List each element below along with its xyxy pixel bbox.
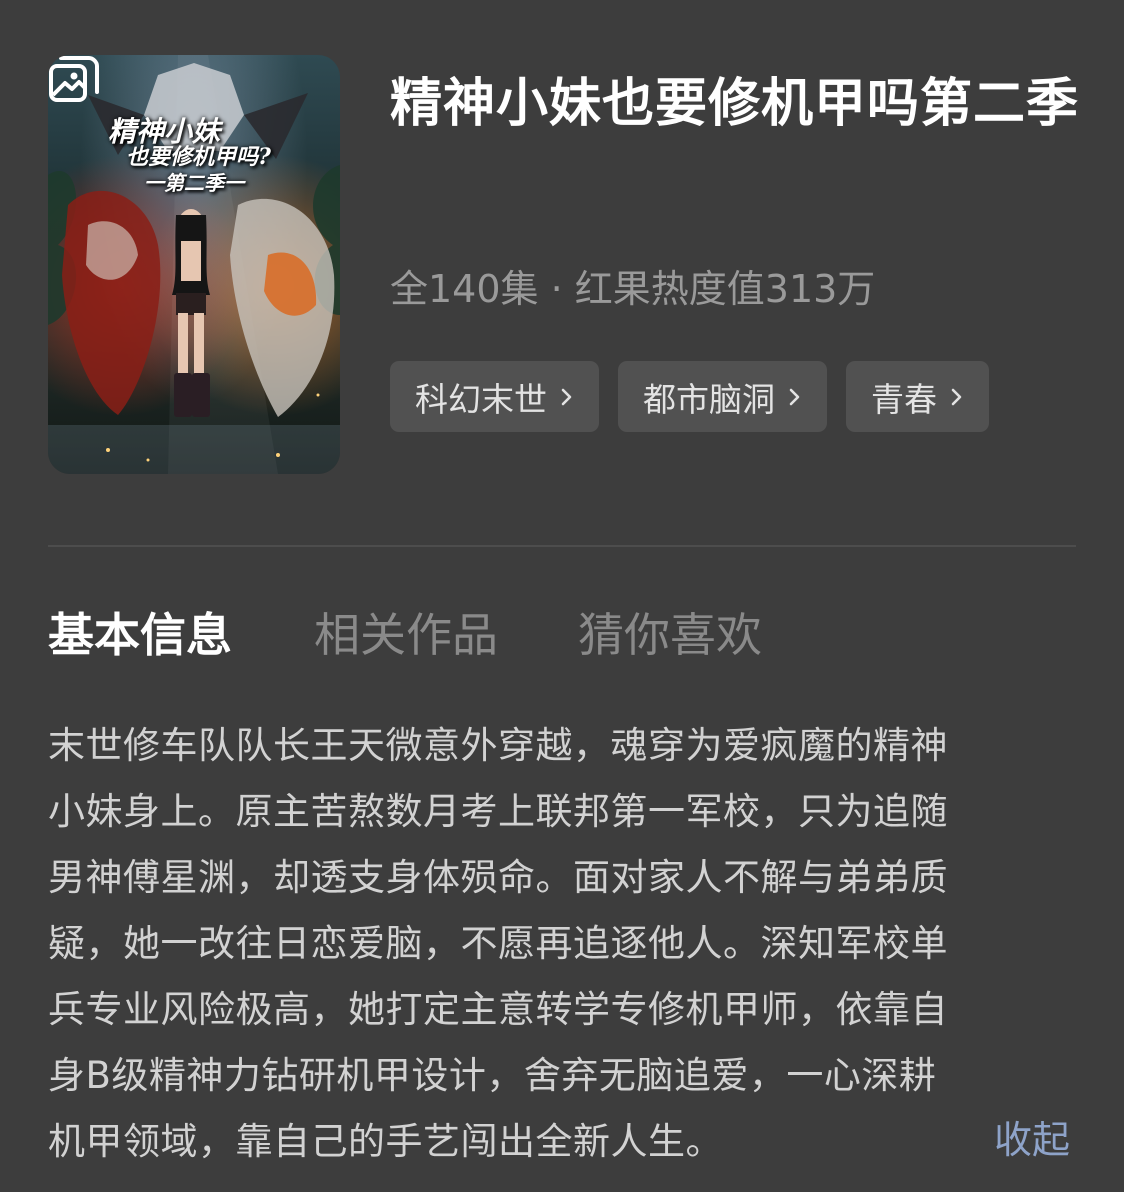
drama-title: 精神小妹也要修机甲吗第二季 (390, 74, 1080, 134)
poster-title-line3: 一第二季一 (144, 171, 244, 196)
collapse-button[interactable]: 收起 (994, 1107, 1070, 1173)
tab-related-works[interactable]: 相关作品 (314, 600, 498, 670)
tag-youth[interactable]: 青春 (846, 361, 989, 432)
tab-you-may-like[interactable]: 猜你喜欢 (578, 600, 762, 670)
chevron-right-icon (951, 388, 962, 405)
poster-title-line2: 也要修机甲吗? (126, 144, 271, 171)
poster-image[interactable]: 精神小妹 也要修机甲吗? 一第二季一 (48, 55, 340, 474)
poster-title: 精神小妹 也要修机甲吗? 一第二季一 (108, 117, 298, 194)
divider (48, 545, 1076, 547)
tag-urban-fantasy[interactable]: 都市脑洞 (618, 361, 827, 432)
genre-tags: 科幻末世 都市脑洞 青春 (390, 361, 989, 432)
gallery-icon[interactable] (48, 55, 100, 103)
tab-basic-info[interactable]: 基本信息 (48, 600, 232, 670)
drama-detail-page: 精神小妹 也要修机甲吗? 一第二季一 精神小妹也要修机甲吗第二季 全140集 ·… (0, 0, 1124, 1192)
tag-label: 科幻末世 (415, 379, 547, 419)
synopsis-line: 末世修车队队长王天微意外穿越，魂穿为爱疯魔的精神 (48, 724, 948, 767)
synopsis-line: 兵专业风险极高，她打定主意转学专修机甲师，依靠自 (48, 988, 948, 1031)
tag-label: 都市脑洞 (643, 379, 775, 419)
chevron-right-icon (561, 388, 572, 405)
chevron-right-icon (789, 388, 800, 405)
tag-sci-fi-apocalypse[interactable]: 科幻末世 (390, 361, 599, 432)
episode-count-and-popularity: 全140集 · 红果热度值313万 (390, 267, 876, 311)
synopsis-line: 疑，她一改往日恋爱脑，不愿再追逐他人。深知军校单 (48, 922, 948, 965)
poster-title-line1: 精神小妹 (108, 115, 221, 148)
synopsis-line: 小妹身上。原主苦熬数月考上联邦第一军校，只为追随 (48, 790, 948, 833)
synopsis-line: 男神傅星渊，却透支身体殒命。面对家人不解与弟弟质 (48, 856, 948, 899)
synopsis-line: 机甲领域，靠自己的手艺闯出全新人生。 (48, 1120, 723, 1163)
synopsis-line: 身B级精神力钻研机甲设计，舍弃无脑追爱，一心深耕 (48, 1054, 937, 1097)
tag-label: 青春 (871, 379, 937, 419)
synopsis: 末世修车队队长王天微意外穿越，魂穿为爱疯魔的精神 小妹身上。原主苦熬数月考上联邦… (48, 713, 1078, 1175)
